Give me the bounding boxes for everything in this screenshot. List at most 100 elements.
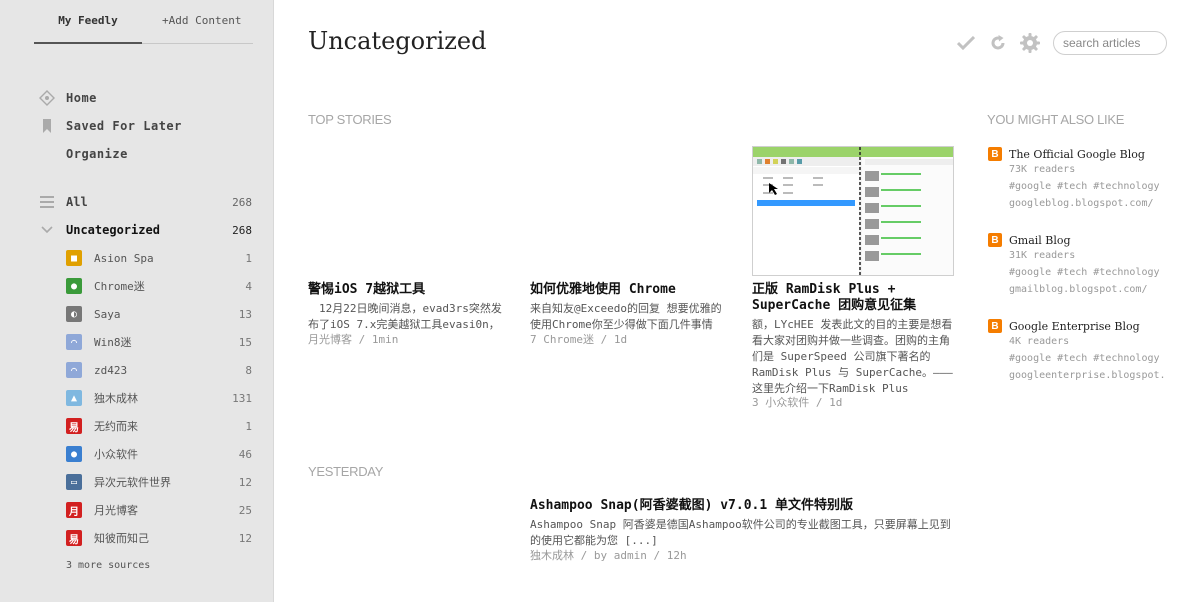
chevron-down-icon[interactable] — [38, 221, 56, 239]
sidebar-tabs: My Feedly +Add Content — [34, 12, 253, 44]
category-all[interactable]: All 268 — [38, 192, 252, 212]
source-count: 8 — [245, 363, 252, 377]
recommendation-tags: #google #tech #technology — [1009, 353, 1160, 364]
story-meta: 月光博客 / 1min — [308, 333, 399, 346]
story-title[interactable]: 正版 RamDisk Plus + SuperCache 团购意见征集 — [752, 282, 954, 314]
source-label: Win8迷 — [94, 336, 132, 349]
source-item[interactable]: ◐ Saya 13 — [66, 304, 252, 324]
refresh-icon[interactable] — [987, 32, 1009, 54]
category-all-count: 268 — [232, 195, 252, 209]
chrome-icon: ● — [66, 278, 82, 294]
source-item[interactable]: ⌒ Win8迷 15 — [66, 332, 252, 352]
source-count: 131 — [232, 391, 252, 405]
nav-organize[interactable]: Organize — [38, 144, 128, 164]
source-label: 月光博客 — [94, 504, 138, 517]
page-title: Uncategorized — [308, 27, 487, 55]
source-count: 1 — [245, 251, 252, 265]
mark-read-check-icon[interactable] — [955, 32, 977, 54]
recommendation-url: googleenterprise.blogspot. — [1009, 370, 1166, 381]
source-item[interactable]: 易知彼而知己 12 — [66, 528, 252, 548]
source-label: Asion Spa — [94, 251, 154, 265]
source-label: zd423 — [94, 363, 128, 377]
tree-icon: ▲ — [66, 390, 82, 406]
source-item[interactable]: ■ Asion Spa 1 — [66, 248, 252, 268]
gear-icon[interactable] — [1019, 32, 1041, 54]
source-count: 1 — [245, 419, 252, 433]
nav-home[interactable]: Home — [38, 88, 97, 108]
recommendation-readers: 4K readers — [1009, 336, 1070, 347]
blogger-icon: B — [988, 147, 1002, 161]
story-meta: 3 小众软件 / 1d — [752, 396, 843, 409]
story-excerpt: 12月22日晚间消息，evad3rs突然发布了iOS 7.x完美越狱工具evas… — [308, 302, 502, 331]
recommendation-name[interactable]: Google Enterprise Blog — [1009, 320, 1140, 333]
source-count: 12 — [238, 475, 252, 489]
home-icon — [38, 89, 56, 107]
story-card[interactable]: 正版 RamDisk Plus + SuperCache 团购意见征集 额，LY… — [752, 282, 954, 410]
source-label: 知彼而知己 — [94, 532, 149, 545]
category-uncategorized[interactable]: Uncategorized 268 — [38, 220, 252, 240]
sidebar: My Feedly +Add Content Home Saved For La… — [0, 0, 274, 602]
recommendation-url: gmailblog.blogspot.com/ — [1009, 284, 1148, 295]
red-logo-icon: 易 — [66, 418, 82, 434]
story-excerpt: 来自知友@Exceedo的回复 想要优雅的使用Chrome你至少得做下面几件事情… — [530, 302, 722, 331]
story-excerpt: Ashampoo Snap 阿香婆是德国Ashampoo软件公司的专业截图工具，… — [530, 518, 951, 547]
source-label: Saya — [94, 307, 121, 321]
category-all-label: All — [66, 195, 88, 209]
recommendation-url: googleblog.blogspot.com/ — [1009, 198, 1154, 209]
nav-saved-for-later[interactable]: Saved For Later — [38, 116, 182, 136]
story-row[interactable]: Ashampoo Snap(阿香婆截图) v7.0.1 单文件特别版 Asham… — [530, 498, 960, 563]
moon-icon: 月 — [66, 502, 82, 518]
bookmark-icon — [38, 117, 56, 135]
drop-icon: ● — [66, 446, 82, 462]
source-label: 独木成林 — [94, 392, 138, 405]
source-item[interactable]: ▭ 异次元软件世界 12 — [66, 472, 252, 492]
monitor-icon: ▭ — [66, 474, 82, 490]
story-card[interactable]: 警惕iOS 7越狱工具 12月22日晚间消息，evad3rs突然发布了iOS 7… — [308, 282, 508, 347]
toolbar — [945, 31, 1167, 55]
source-label: 小众软件 — [94, 448, 138, 461]
recommendation-item[interactable]: B Google Enterprise Blog 4K readers #goo… — [988, 319, 1188, 384]
tab-add-content[interactable]: +Add Content — [162, 14, 241, 27]
rss-icon: ⌒ — [66, 334, 82, 350]
recommendation-item[interactable]: B Gmail Blog 31K readers #google #tech #… — [988, 233, 1188, 298]
source-item[interactable]: ▲ 独木成林 131 — [66, 388, 252, 408]
top-stories-label: TOP STORIES — [308, 112, 392, 127]
story-title[interactable]: 警惕iOS 7越狱工具 — [308, 282, 508, 298]
story-card[interactable]: 如何优雅地使用 Chrome 来自知友@Exceedo的回复 想要优雅的使用Ch… — [530, 282, 730, 347]
story-title[interactable]: 如何优雅地使用 Chrome — [530, 282, 730, 298]
nav-home-label: Home — [66, 91, 97, 105]
recommendation-name[interactable]: Gmail Blog — [1009, 234, 1071, 247]
recommendation-tags: #google #tech #technology — [1009, 267, 1160, 278]
recommendation-item[interactable]: B The Official Google Blog 73K readers #… — [988, 147, 1188, 212]
list-icon — [38, 193, 56, 211]
recommendation-readers: 73K readers — [1009, 164, 1076, 175]
recommendation-tags: #google #tech #technology — [1009, 181, 1160, 192]
blogger-icon: B — [988, 319, 1002, 333]
source-item[interactable]: 易无约而来 1 — [66, 416, 252, 436]
recommendations-label: YOU MIGHT ALSO LIKE — [987, 112, 1125, 127]
recommendation-name[interactable]: The Official Google Blog — [1009, 148, 1145, 161]
blogger-icon: B — [988, 233, 1002, 247]
story-title[interactable]: Ashampoo Snap(阿香婆截图) v7.0.1 单文件特别版 — [530, 498, 960, 514]
source-count: 12 — [238, 531, 252, 545]
rss-icon: ⌒ — [66, 362, 82, 378]
story-excerpt: 额，LYcHEE 发表此文的目的主要是想看看大家对团购并做一些调查。团购的主角们… — [752, 318, 953, 395]
category-uncategorized-label: Uncategorized — [66, 223, 160, 237]
source-item[interactable]: ⌒ zd423 8 — [66, 360, 252, 380]
source-count: 15 — [238, 335, 252, 349]
search-input[interactable] — [1053, 31, 1167, 55]
source-item[interactable]: ● Chrome迷 4 — [66, 276, 252, 296]
more-sources-link[interactable]: 3 more sources — [66, 560, 150, 571]
source-item[interactable]: ● 小众软件 46 — [66, 444, 252, 464]
story-meta: 7 Chrome迷 / 1d — [530, 333, 628, 346]
tab-my-feedly[interactable]: My Feedly — [34, 12, 142, 44]
red-logo-icon: 易 — [66, 530, 82, 546]
nav-saved-label: Saved For Later — [66, 119, 182, 133]
source-label: 无约而来 — [94, 420, 138, 433]
source-label: Chrome迷 — [94, 280, 145, 293]
source-count: 25 — [238, 503, 252, 517]
story-thumbnail[interactable] — [752, 146, 954, 276]
source-item[interactable]: 月月光博客 25 — [66, 500, 252, 520]
saya-icon: ◐ — [66, 306, 82, 322]
source-label: 异次元软件世界 — [94, 476, 171, 489]
